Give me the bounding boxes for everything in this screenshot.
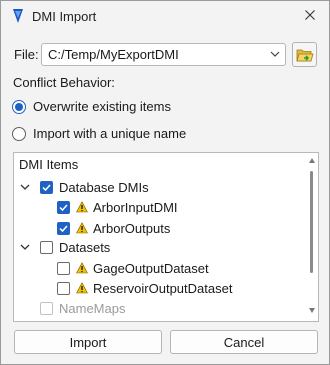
overwrite-radio-label: Overwrite existing items	[33, 99, 171, 114]
chevron-down-icon[interactable]	[270, 50, 280, 58]
cancel-button[interactable]: Cancel	[170, 330, 318, 354]
tree-item-label: NameMaps	[59, 300, 126, 316]
file-label: File:	[14, 47, 39, 62]
warning-icon	[76, 222, 88, 234]
scroll-up-arrow-icon[interactable]	[309, 158, 315, 163]
tree-item-label: ArborOutputs	[93, 220, 171, 236]
close-icon	[305, 10, 315, 20]
scroll-down-arrow-icon[interactable]	[309, 308, 315, 313]
checkbox-reservoir-output-dataset[interactable]	[57, 281, 70, 295]
checkbox-arbor-outputs[interactable]	[57, 221, 70, 235]
tree-row-reservoir-output-dataset[interactable]: ReservoirOutputDataset	[57, 278, 232, 298]
tree-item-label: Datasets	[59, 239, 111, 255]
scrollbar-thumb[interactable]	[310, 171, 313, 273]
import-button[interactable]: Import	[14, 330, 162, 354]
tree-row-datasets[interactable]: Datasets	[19, 237, 110, 257]
tree-row-database-dmis[interactable]: Database DMIs	[19, 177, 149, 197]
tree-row-name-maps: NameMaps	[40, 298, 125, 318]
checkbox-gage-output-dataset[interactable]	[57, 261, 70, 275]
tree-item-label: ReservoirOutputDataset	[93, 280, 233, 296]
tree-row-arbor-outputs[interactable]: ArborOutputs	[57, 218, 170, 238]
warning-icon	[76, 201, 88, 213]
overwrite-radio-option[interactable]: Overwrite existing items	[12, 99, 171, 114]
warning-icon	[76, 262, 88, 274]
expand-toggle[interactable]	[19, 181, 31, 193]
dmi-import-dialog: DMI Import File: C:/Temp/MyExportDMI Con…	[0, 0, 330, 365]
window-title: DMI Import	[32, 9, 97, 24]
conflict-behavior-label: Conflict Behavior:	[13, 75, 115, 90]
vertical-scrollbar[interactable]	[306, 153, 318, 321]
unique-name-radio-option[interactable]: Import with a unique name	[12, 126, 186, 141]
dmi-items-tree[interactable]: DMI Items Database DMIs ArborInputDMI Ar…	[13, 152, 319, 322]
tree-item-label: GageOutputDataset	[93, 260, 209, 276]
checkmark-icon	[59, 224, 68, 232]
checkmark-icon	[42, 183, 51, 191]
checkbox-database-dmis[interactable]	[40, 180, 53, 194]
close-button[interactable]	[295, 2, 325, 28]
checkbox-partial	[40, 322, 53, 323]
browse-folder-button[interactable]	[292, 42, 317, 67]
expand-toggle[interactable]	[19, 241, 31, 253]
checkbox-datasets[interactable]	[40, 240, 53, 254]
tree-row-partial	[40, 318, 59, 323]
tree-item-label: ArborInputDMI	[93, 199, 178, 215]
unique-name-radio-label: Import with a unique name	[33, 126, 187, 141]
tree-header: DMI Items	[19, 157, 79, 172]
chevron-down-icon	[20, 244, 30, 250]
app-logo-icon	[13, 9, 23, 23]
open-folder-icon	[295, 49, 314, 61]
file-path-value: C:/Temp/MyExportDMI	[48, 47, 179, 62]
tree-row-gage-output-dataset[interactable]: GageOutputDataset	[57, 258, 209, 278]
chevron-down-icon	[20, 184, 30, 190]
file-path-combobox[interactable]: C:/Temp/MyExportDMI	[41, 43, 286, 66]
unique-name-radio[interactable]	[12, 126, 26, 141]
checkbox-name-maps	[40, 301, 53, 315]
checkmark-icon	[59, 203, 68, 211]
checkbox-arbor-input-dmi[interactable]	[57, 200, 70, 214]
tree-row-arbor-input-dmi[interactable]: ArborInputDMI	[57, 197, 178, 217]
title-bar: DMI Import	[1, 1, 329, 31]
overwrite-radio[interactable]	[12, 99, 26, 114]
tree-item-label: Database DMIs	[59, 179, 149, 195]
warning-icon	[76, 282, 88, 294]
